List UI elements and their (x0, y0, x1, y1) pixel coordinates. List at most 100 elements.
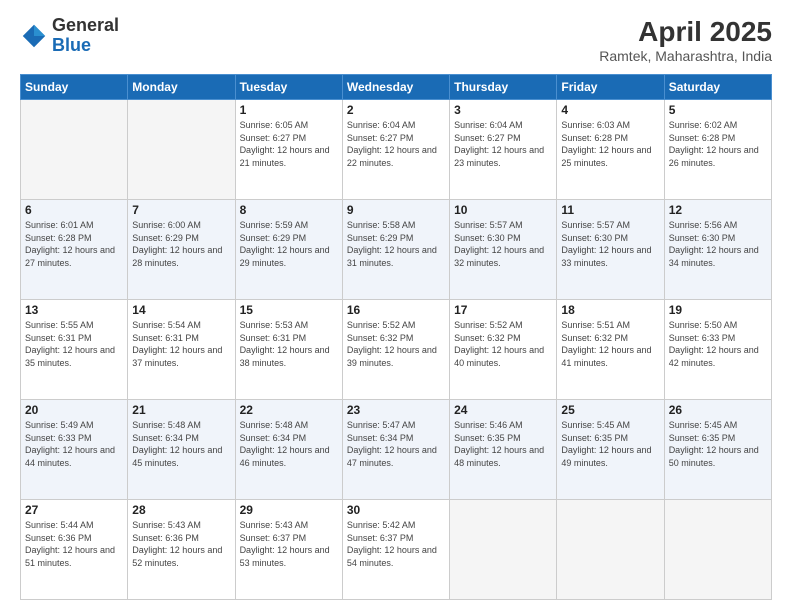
table-row: 25 Sunrise: 5:45 AMSunset: 6:35 PMDayligh… (557, 400, 664, 500)
table-row: 22 Sunrise: 5:48 AMSunset: 6:34 PMDayligh… (235, 400, 342, 500)
day-info: Sunrise: 5:43 AMSunset: 6:37 PMDaylight:… (240, 519, 338, 569)
day-number: 8 (240, 203, 338, 217)
table-row: 12Sunrise: 5:56 AMSunset: 6:30 PMDayligh… (664, 200, 771, 300)
day-info: Sunrise: 6:00 AMSunset: 6:29 PMDaylight:… (132, 219, 230, 269)
table-row: 24Sunrise: 5:46 AMSunset: 6:35 PMDayligh… (450, 400, 557, 500)
location-title: Ramtek, Maharashtra, India (599, 48, 772, 64)
day-number: 29 (240, 503, 338, 517)
table-row: 28 Sunrise: 5:43 AMSunset: 6:36 PMDayligh… (128, 500, 235, 600)
day-info: Sunrise: 5:55 AMSunset: 6:31 PMDaylight:… (25, 319, 123, 369)
logo-general: General (52, 15, 119, 35)
day-info: Sunrise: 5:48 AMSunset: 6:34 PMDaylight:… (240, 419, 338, 469)
day-info: Sunrise: 6:01 AMSunset: 6:28 PMDaylight:… (25, 219, 123, 269)
table-row: 7 Sunrise: 6:00 AMSunset: 6:29 PMDaylight… (128, 200, 235, 300)
table-row: 10 Sunrise: 5:57 AMSunset: 6:30 PMDayligh… (450, 200, 557, 300)
day-info: Sunrise: 5:57 AMSunset: 6:30 PMDaylight:… (561, 219, 659, 269)
table-row: 14Sunrise: 5:54 AMSunset: 6:31 PMDayligh… (128, 300, 235, 400)
day-info: Sunrise: 6:04 AMSunset: 6:27 PMDaylight:… (454, 119, 552, 169)
col-monday: Monday (128, 75, 235, 100)
day-info: Sunrise: 5:48 AMSunset: 6:34 PMDaylight:… (132, 419, 230, 469)
table-row: 20Sunrise: 5:49 AMSunset: 6:33 PMDayligh… (21, 400, 128, 500)
table-row: 8 Sunrise: 5:59 AMSunset: 6:29 PMDaylight… (235, 200, 342, 300)
table-row (450, 500, 557, 600)
col-friday: Friday (557, 75, 664, 100)
day-info: Sunrise: 5:42 AMSunset: 6:37 PMDaylight:… (347, 519, 445, 569)
table-row: 21 Sunrise: 5:48 AMSunset: 6:34 PMDayligh… (128, 400, 235, 500)
table-row: 9 Sunrise: 5:58 AMSunset: 6:29 PMDaylight… (342, 200, 449, 300)
day-info: Sunrise: 5:58 AMSunset: 6:29 PMDaylight:… (347, 219, 445, 269)
table-row: 17 Sunrise: 5:52 AMSunset: 6:32 PMDayligh… (450, 300, 557, 400)
col-sunday: Sunday (21, 75, 128, 100)
day-info: Sunrise: 5:47 AMSunset: 6:34 PMDaylight:… (347, 419, 445, 469)
table-row: 3 Sunrise: 6:04 AMSunset: 6:27 PMDaylight… (450, 100, 557, 200)
day-info: Sunrise: 6:02 AMSunset: 6:28 PMDaylight:… (669, 119, 767, 169)
day-number: 2 (347, 103, 445, 117)
day-number: 30 (347, 503, 445, 517)
day-number: 20 (25, 403, 123, 417)
table-row: 19 Sunrise: 5:50 AMSunset: 6:33 PMDayligh… (664, 300, 771, 400)
day-number: 16 (347, 303, 445, 317)
table-row: 1Sunrise: 6:05 AMSunset: 6:27 PMDaylight… (235, 100, 342, 200)
table-row: 16Sunrise: 5:52 AMSunset: 6:32 PMDayligh… (342, 300, 449, 400)
day-number: 23 (347, 403, 445, 417)
table-row: 26 Sunrise: 5:45 AMSunset: 6:35 PMDayligh… (664, 400, 771, 500)
day-info: Sunrise: 5:59 AMSunset: 6:29 PMDaylight:… (240, 219, 338, 269)
table-row: 23 Sunrise: 5:47 AMSunset: 6:34 PMDayligh… (342, 400, 449, 500)
title-block: April 2025 Ramtek, Maharashtra, India (599, 16, 772, 64)
page: General Blue April 2025 Ramtek, Maharash… (0, 0, 792, 612)
table-row (557, 500, 664, 600)
col-tuesday: Tuesday (235, 75, 342, 100)
table-row: 15 Sunrise: 5:53 AMSunset: 6:31 PMDayligh… (235, 300, 342, 400)
calendar-week-row: 20Sunrise: 5:49 AMSunset: 6:33 PMDayligh… (21, 400, 772, 500)
table-row: 27Sunrise: 5:44 AMSunset: 6:36 PMDayligh… (21, 500, 128, 600)
day-number: 28 (132, 503, 230, 517)
day-number: 15 (240, 303, 338, 317)
calendar-week-row: 1Sunrise: 6:05 AMSunset: 6:27 PMDaylight… (21, 100, 772, 200)
day-info: Sunrise: 5:45 AMSunset: 6:35 PMDaylight:… (561, 419, 659, 469)
day-number: 24 (454, 403, 552, 417)
table-row: 11Sunrise: 5:57 AMSunset: 6:30 PMDayligh… (557, 200, 664, 300)
col-thursday: Thursday (450, 75, 557, 100)
day-info: Sunrise: 5:53 AMSunset: 6:31 PMDaylight:… (240, 319, 338, 369)
table-row: 6 Sunrise: 6:01 AMSunset: 6:28 PMDaylight… (21, 200, 128, 300)
table-row: 5Sunrise: 6:02 AMSunset: 6:28 PMDaylight… (664, 100, 771, 200)
calendar-week-row: 27Sunrise: 5:44 AMSunset: 6:36 PMDayligh… (21, 500, 772, 600)
table-row (21, 100, 128, 200)
day-info: Sunrise: 5:57 AMSunset: 6:30 PMDaylight:… (454, 219, 552, 269)
calendar-week-row: 6 Sunrise: 6:01 AMSunset: 6:28 PMDaylight… (21, 200, 772, 300)
table-row: 4 Sunrise: 6:03 AMSunset: 6:28 PMDaylight… (557, 100, 664, 200)
calendar-week-row: 13Sunrise: 5:55 AMSunset: 6:31 PMDayligh… (21, 300, 772, 400)
table-row (664, 500, 771, 600)
day-number: 4 (561, 103, 659, 117)
day-number: 6 (25, 203, 123, 217)
day-info: Sunrise: 5:52 AMSunset: 6:32 PMDaylight:… (454, 319, 552, 369)
col-saturday: Saturday (664, 75, 771, 100)
table-row: 2 Sunrise: 6:04 AMSunset: 6:27 PMDaylight… (342, 100, 449, 200)
day-info: Sunrise: 6:04 AMSunset: 6:27 PMDaylight:… (347, 119, 445, 169)
logo-text: General Blue (52, 16, 119, 56)
day-number: 25 (561, 403, 659, 417)
day-number: 1 (240, 103, 338, 117)
month-title: April 2025 (599, 16, 772, 48)
day-number: 19 (669, 303, 767, 317)
table-row: 13Sunrise: 5:55 AMSunset: 6:31 PMDayligh… (21, 300, 128, 400)
col-wednesday: Wednesday (342, 75, 449, 100)
day-number: 7 (132, 203, 230, 217)
day-info: Sunrise: 5:44 AMSunset: 6:36 PMDaylight:… (25, 519, 123, 569)
table-row: 29 Sunrise: 5:43 AMSunset: 6:37 PMDayligh… (235, 500, 342, 600)
day-number: 14 (132, 303, 230, 317)
day-number: 17 (454, 303, 552, 317)
day-number: 9 (347, 203, 445, 217)
day-info: Sunrise: 5:50 AMSunset: 6:33 PMDaylight:… (669, 319, 767, 369)
day-number: 26 (669, 403, 767, 417)
day-number: 22 (240, 403, 338, 417)
day-info: Sunrise: 5:43 AMSunset: 6:36 PMDaylight:… (132, 519, 230, 569)
table-row: 30 Sunrise: 5:42 AMSunset: 6:37 PMDayligh… (342, 500, 449, 600)
logo-blue: Blue (52, 35, 91, 55)
day-info: Sunrise: 6:03 AMSunset: 6:28 PMDaylight:… (561, 119, 659, 169)
day-number: 10 (454, 203, 552, 217)
logo-icon (20, 22, 48, 50)
day-number: 21 (132, 403, 230, 417)
day-info: Sunrise: 5:45 AMSunset: 6:35 PMDaylight:… (669, 419, 767, 469)
day-number: 3 (454, 103, 552, 117)
